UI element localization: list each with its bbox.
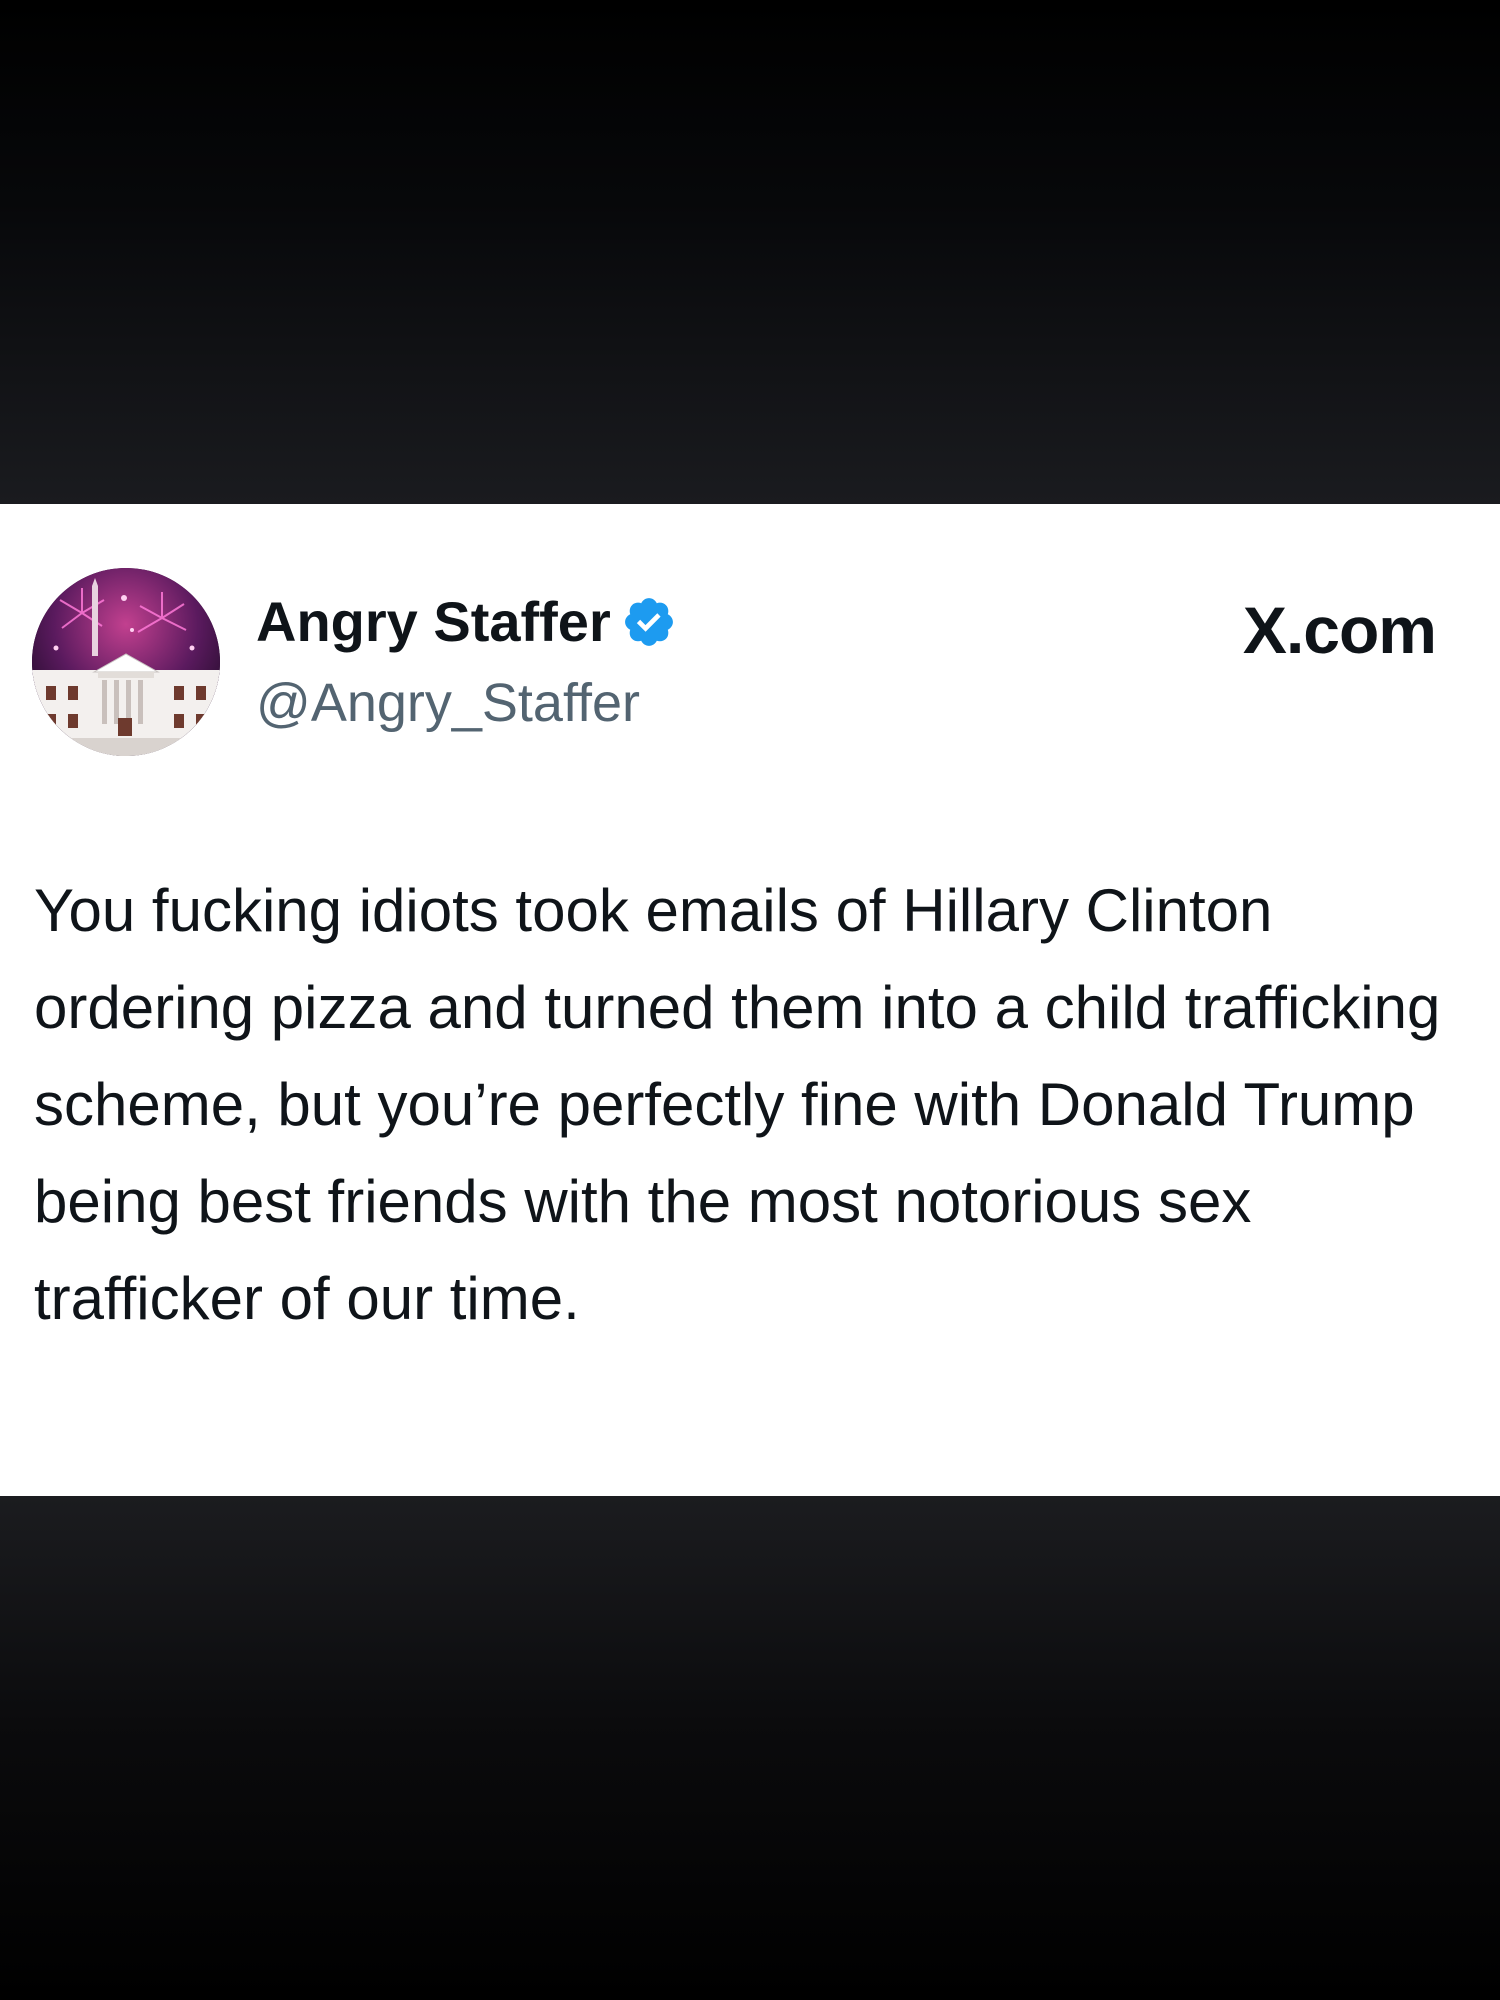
bottom-dark-band bbox=[0, 1496, 1500, 2000]
author-handle[interactable]: @Angry_Staffer bbox=[256, 668, 640, 738]
avatar[interactable] bbox=[32, 568, 220, 756]
top-dark-band bbox=[0, 0, 1500, 504]
author-display-name[interactable]: Angry Staffer bbox=[256, 586, 677, 658]
white-house-fireworks-avatar-icon bbox=[32, 568, 220, 756]
x-com-brand: X.com bbox=[1242, 593, 1437, 667]
verified-badge-icon bbox=[621, 594, 677, 650]
post-text: You fucking idiots took emails of Hillar… bbox=[34, 877, 1441, 1332]
display-name-text: Angry Staffer bbox=[256, 590, 611, 653]
